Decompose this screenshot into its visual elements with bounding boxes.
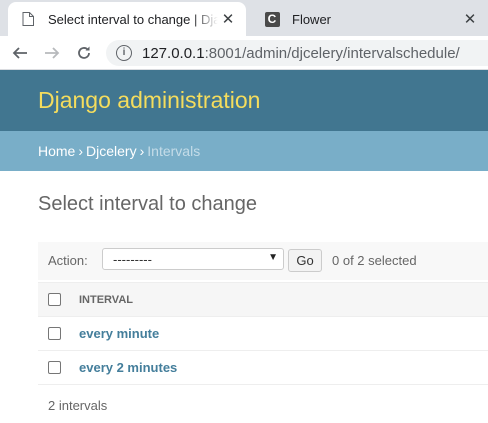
flower-favicon-icon: C: [264, 11, 280, 27]
action-select[interactable]: --------- ▼: [102, 248, 284, 270]
chevron-down-icon: ▼: [268, 252, 278, 263]
site-branding[interactable]: Django administration: [38, 87, 260, 114]
forward-icon[interactable]: [41, 43, 63, 63]
breadcrumb-separator: ›: [78, 143, 84, 159]
breadcrumb-separator: ›: [139, 143, 145, 159]
select-all-checkbox[interactable]: [48, 293, 61, 306]
action-label: Action:: [48, 253, 88, 268]
url-text: 127.0.0.1:8001/admin/djcelery/intervalsc…: [142, 44, 460, 62]
actions-bar: Action: --------- ▼ Go 0 of 2 selected: [38, 242, 488, 280]
table-row: every 2 minutes: [38, 350, 488, 385]
go-button[interactable]: Go: [288, 249, 322, 272]
breadcrumb-current: Intervals: [147, 143, 201, 159]
row-checkbox[interactable]: [48, 361, 61, 374]
page-icon: [20, 11, 36, 27]
close-icon[interactable]: ✕: [218, 10, 238, 28]
results-table: INTERVAL every minute every 2 minutes: [38, 282, 488, 385]
breadcrumb-home[interactable]: Home: [38, 143, 75, 159]
column-header-interval[interactable]: INTERVAL: [79, 282, 488, 317]
selection-counter: 0 of 2 selected: [332, 253, 417, 268]
page-title: Select interval to change: [38, 193, 258, 215]
close-icon[interactable]: ✕: [460, 10, 480, 28]
select-all-cell: [38, 282, 79, 317]
breadcrumb: Home › Djcelery › Intervals: [0, 131, 488, 171]
table-row: every minute: [38, 316, 488, 351]
reload-icon[interactable]: [73, 43, 95, 63]
tab-flower[interactable]: C Flower ✕: [252, 2, 488, 36]
interval-link[interactable]: every 2 minutes: [79, 360, 177, 375]
back-icon[interactable]: [9, 43, 31, 63]
admin-header: Django administration: [0, 70, 488, 131]
address-bar[interactable]: i 127.0.0.1:8001/admin/djcelery/interval…: [106, 40, 488, 66]
interval-link[interactable]: every minute: [79, 326, 159, 341]
tab-admin[interactable]: Select interval to change | Django site …: [8, 2, 246, 36]
result-count: 2 intervals: [48, 398, 108, 413]
tab-title: Select interval to change | Django site …: [48, 11, 218, 27]
action-select-value: ---------: [113, 252, 152, 267]
table-header-row: INTERVAL: [38, 282, 488, 317]
browser-toolbar: i 127.0.0.1:8001/admin/djcelery/interval…: [0, 36, 488, 70]
info-icon[interactable]: i: [116, 45, 132, 61]
breadcrumb-djcelery[interactable]: Djcelery: [86, 143, 137, 159]
row-checkbox[interactable]: [48, 327, 61, 340]
browser-tab-strip: Select interval to change | Django site …: [0, 0, 488, 36]
tab-title: Flower: [292, 11, 332, 27]
